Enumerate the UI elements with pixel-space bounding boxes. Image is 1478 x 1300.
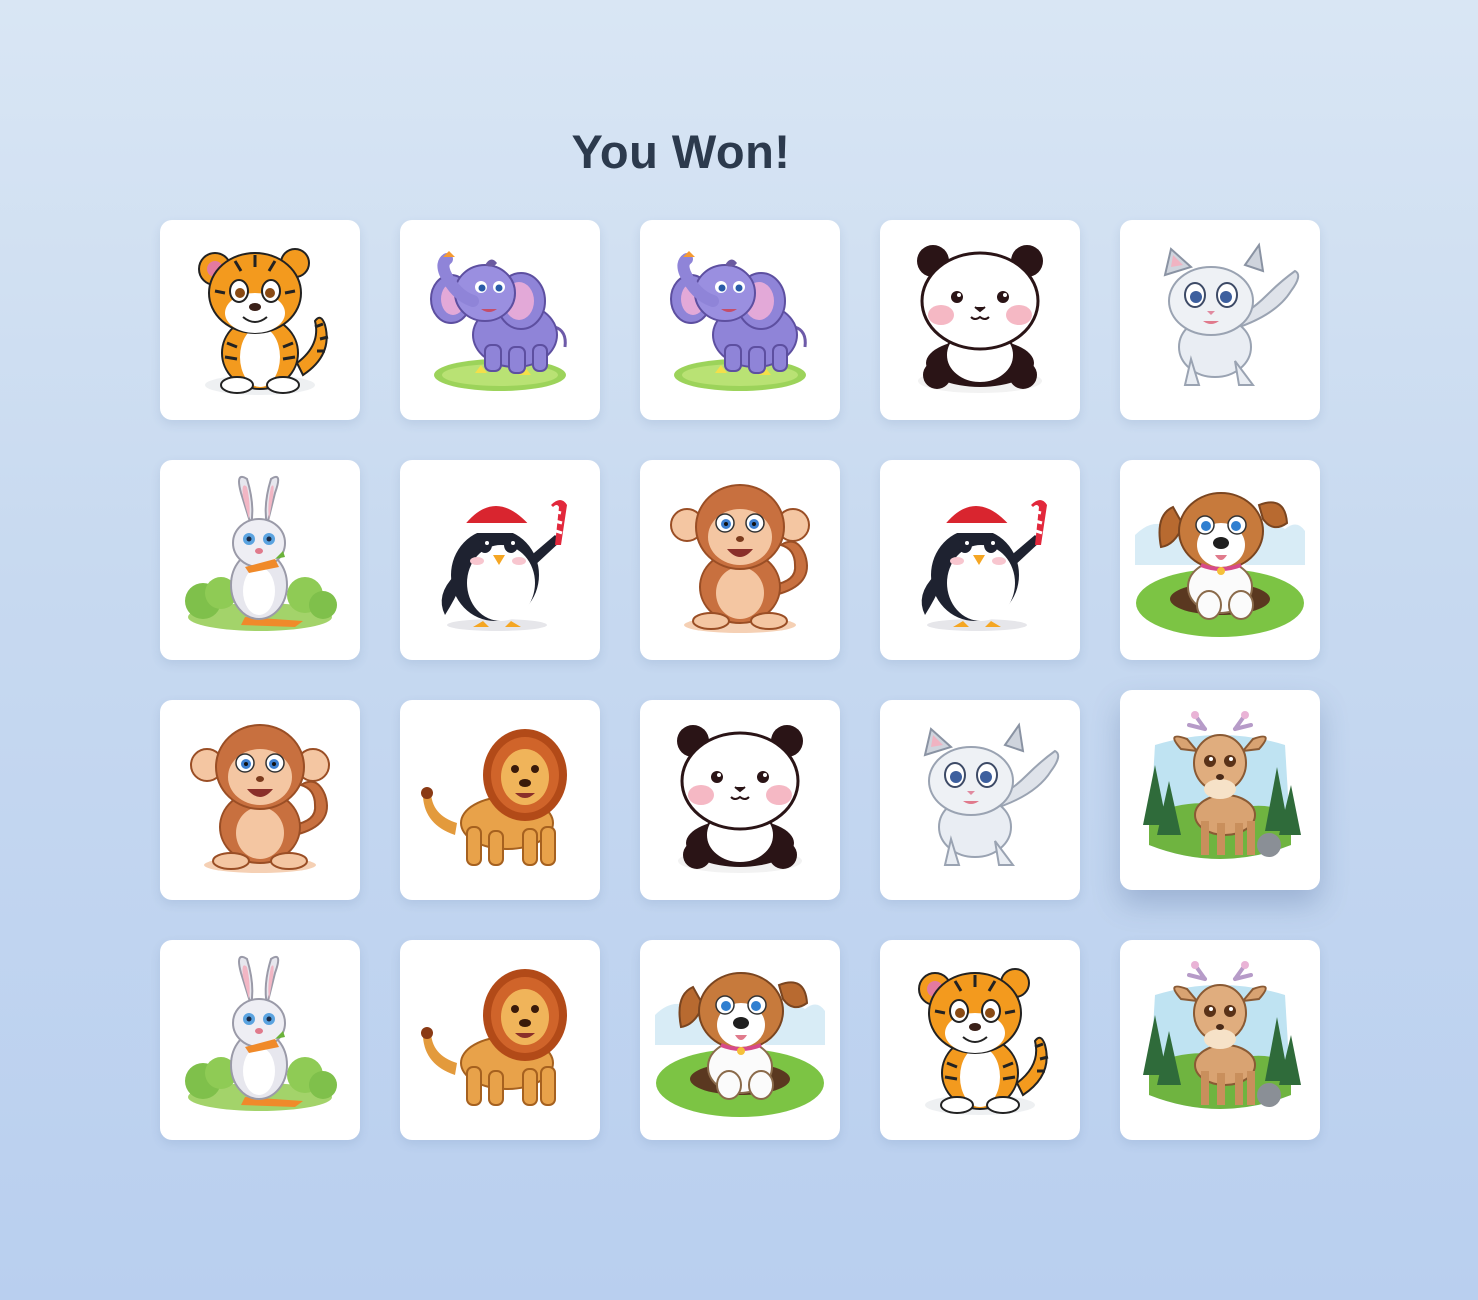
memory-card-penguin[interactable] bbox=[400, 460, 600, 660]
deer-icon bbox=[1135, 955, 1305, 1125]
memory-card-panda[interactable] bbox=[880, 220, 1080, 420]
lion-icon bbox=[415, 955, 585, 1125]
rabbit-icon bbox=[175, 955, 345, 1125]
memory-card-monkey[interactable] bbox=[160, 700, 360, 900]
memory-card-panda[interactable] bbox=[640, 700, 840, 900]
memory-card-cat[interactable] bbox=[1120, 220, 1320, 420]
dog-icon bbox=[655, 955, 825, 1125]
monkey-icon bbox=[175, 715, 345, 885]
memory-card-lion[interactable] bbox=[400, 940, 600, 1140]
penguin-icon bbox=[415, 475, 585, 645]
memory-card-deer[interactable] bbox=[1120, 940, 1320, 1140]
memory-card-elephant[interactable] bbox=[640, 220, 840, 420]
memory-card-tiger[interactable] bbox=[160, 220, 360, 420]
game-status-title: You Won! bbox=[571, 125, 791, 178]
elephant-icon bbox=[415, 235, 585, 405]
penguin-icon bbox=[895, 475, 1065, 645]
tiger-icon bbox=[175, 235, 345, 405]
memory-card-monkey[interactable] bbox=[640, 460, 840, 660]
rabbit-icon bbox=[175, 475, 345, 645]
memory-card-elephant[interactable] bbox=[400, 220, 600, 420]
memory-card-dog[interactable] bbox=[1120, 460, 1320, 660]
cat-icon bbox=[895, 715, 1065, 885]
memory-card-rabbit[interactable] bbox=[160, 460, 360, 660]
elephant-icon bbox=[655, 235, 825, 405]
memory-card-cat[interactable] bbox=[880, 700, 1080, 900]
memory-card-lion[interactable] bbox=[400, 700, 600, 900]
cat-icon bbox=[1135, 235, 1305, 405]
memory-card-deer[interactable] bbox=[1120, 690, 1320, 890]
memory-card-dog[interactable] bbox=[640, 940, 840, 1140]
panda-icon bbox=[895, 235, 1065, 405]
memory-card-grid bbox=[160, 220, 1320, 1140]
dog-icon bbox=[1135, 475, 1305, 645]
tiger-icon bbox=[895, 955, 1065, 1125]
memory-card-rabbit[interactable] bbox=[160, 940, 360, 1140]
monkey-icon bbox=[655, 475, 825, 645]
memory-card-tiger[interactable] bbox=[880, 940, 1080, 1140]
deer-icon bbox=[1135, 705, 1305, 875]
lion-icon bbox=[415, 715, 585, 885]
panda-icon bbox=[655, 715, 825, 885]
memory-card-penguin[interactable] bbox=[880, 460, 1080, 660]
